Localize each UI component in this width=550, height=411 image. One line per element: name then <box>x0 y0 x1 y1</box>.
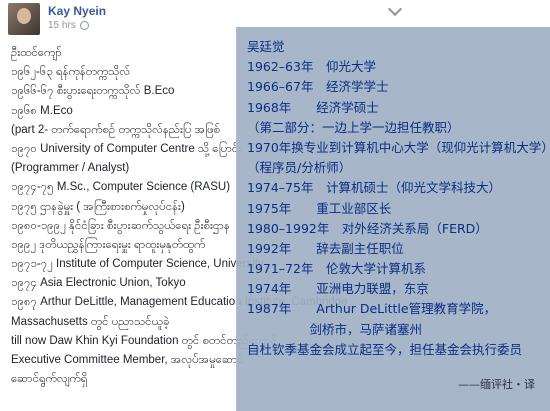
translation-line: 1970年换专业到计算机中心大学（现仰光计算机大学） <box>247 139 550 155</box>
translation-line: （程序员/分析师） <box>247 160 352 176</box>
translation-line: 1974年 亚洲电力联盟，东京 <box>247 281 429 297</box>
translation-line: 1992年 辞去副主任职位 <box>247 240 404 256</box>
translation-text: 吴廷觉 1962–63年 仰光大学 1966–67年 经济学学士 1968年 经… <box>247 37 550 360</box>
chevron-down-icon[interactable] <box>387 1 403 17</box>
translation-line: （第二部分：一边上学一边担任教职） <box>247 119 460 135</box>
translation-line: 1980–1992年 对外经济关系局（FERD） <box>247 220 488 236</box>
globe-icon <box>79 21 89 30</box>
translation-line: 1974–75年 计算机硕士（仰光文学科技大） <box>247 180 501 196</box>
translation-line: 1966–67年 经济学学士 <box>247 79 389 95</box>
translation-line: 1968年 经济学硕士 <box>247 99 379 115</box>
author-avatar[interactable] <box>8 3 40 35</box>
translation-line: 1962–63年 仰光大学 <box>247 59 376 75</box>
translation-line: 1975年 重工业部区长 <box>247 200 392 216</box>
translation-line: 1971–72年 伦敦大学计算机系 <box>247 261 426 277</box>
translation-line: 吴廷觉 <box>247 39 285 54</box>
author-name[interactable]: Kay Nyein <box>48 4 106 18</box>
translation-line: 自杜钦季基金会成立起至今，担任基金会执行委员 <box>247 341 523 357</box>
translation-credit: ——缅评社・译 <box>458 378 535 391</box>
translation-overlay: 吴廷觉 1962–63年 仰光大学 1966–67年 经济学学士 1968年 经… <box>236 27 550 411</box>
translation-line: 剑桥市，马萨诸塞州 <box>247 321 423 337</box>
post-time[interactable]: 15 hrs <box>48 20 76 31</box>
facebook-post: Kay Nyein 15 hrs ဦးထင်ကျော် ၁၉၆၂-၆၃ ရန်က… <box>0 0 550 411</box>
translation-line: 1987年 Arthur DeLittle管理教育学院， <box>247 301 497 317</box>
post-meta: 15 hrs <box>48 20 89 31</box>
